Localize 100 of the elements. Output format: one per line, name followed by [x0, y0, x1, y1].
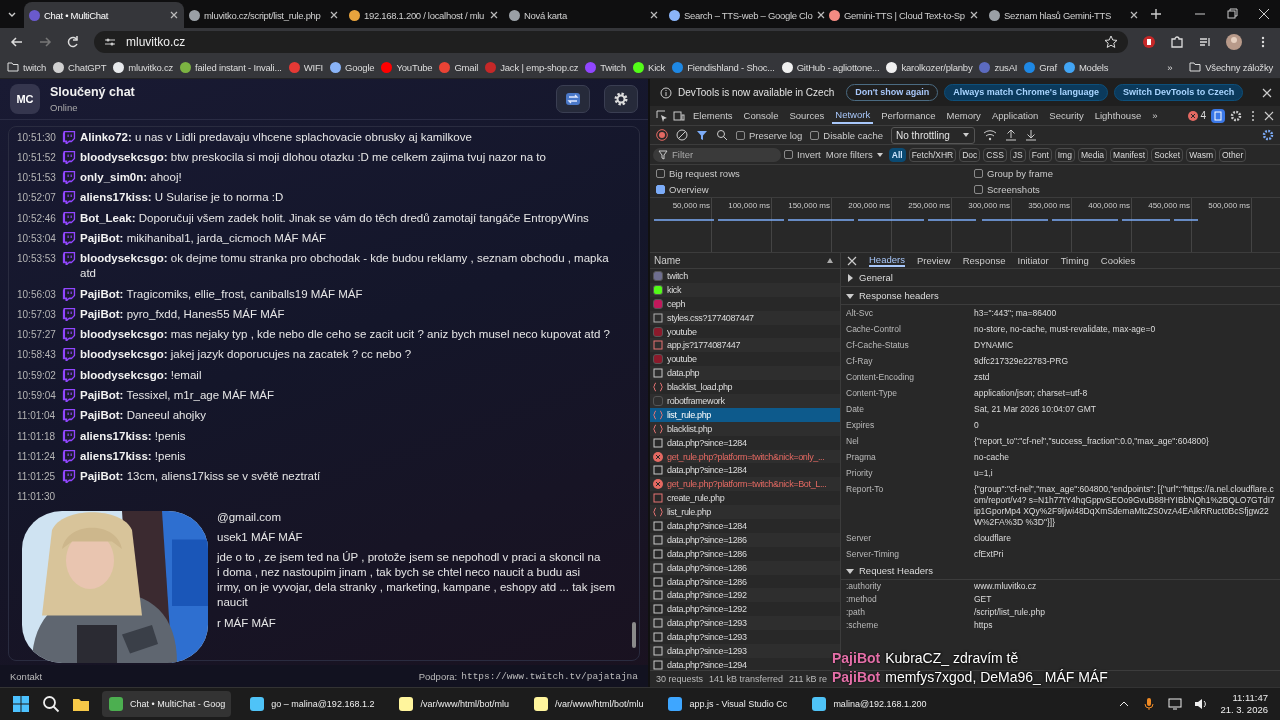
bookmark[interactable]: failed instant - Invali... [177, 61, 285, 73]
request-row[interactable]: blacklist_load.php [650, 380, 840, 394]
request-row[interactable]: youtube [650, 352, 840, 367]
restore-icon[interactable] [1226, 8, 1238, 20]
close-icon[interactable] [847, 255, 857, 266]
new-tab-icon[interactable] [1150, 8, 1162, 20]
checkbox[interactable] [656, 184, 665, 194]
bookmark[interactable]: Graf [1021, 61, 1060, 73]
devtools-tab[interactable]: Elements [690, 108, 736, 123]
type-filter-chip[interactable]: Fetch/XHR [908, 147, 957, 162]
extension-icon[interactable] [1142, 35, 1156, 49]
bookmark[interactable]: karolkozer/planby [883, 61, 976, 73]
devtools-tab[interactable]: Memory [943, 108, 984, 123]
request-row[interactable]: ceph [650, 296, 840, 311]
request-row[interactable]: get_rule.php?platform=twitch&nick=only_... [650, 449, 840, 464]
type-filter-chip[interactable]: Doc [959, 147, 981, 162]
microphone-icon[interactable] [1142, 697, 1157, 711]
clock-time[interactable]: 11:11:47 [1232, 692, 1268, 704]
search-icon[interactable] [716, 129, 728, 141]
checkbox[interactable] [784, 150, 793, 159]
request-row[interactable]: robotframework [650, 394, 840, 408]
infobar-button[interactable]: Always match Chrome's language [944, 84, 1108, 101]
checkbox[interactable] [974, 168, 983, 178]
details-tab[interactable]: Headers [869, 254, 905, 267]
browser-tab[interactable]: Gemini-TTS | Cloud Text-to-Sp [824, 2, 984, 28]
checkbox[interactable] [736, 130, 745, 140]
browser-tab[interactable]: Nová karta [504, 2, 664, 28]
type-filter-chip[interactable]: Manifest [1110, 147, 1149, 162]
taskbar-app[interactable]: /var/www/html/bot/mlu [392, 691, 515, 717]
bookmark[interactable]: zusAI [976, 61, 1021, 73]
filter-field[interactable]: Filter [653, 147, 781, 162]
site-info-icon[interactable] [104, 36, 116, 48]
details-tab[interactable]: Cookies [1100, 255, 1136, 266]
address-bar[interactable]: mluvitko.cz [94, 31, 1128, 53]
request-row[interactable]: data.php [650, 366, 840, 381]
close-icon[interactable] [169, 10, 179, 20]
sync-icon[interactable] [1211, 108, 1225, 123]
taskbar-app[interactable]: malina@192.168.1.200 [805, 691, 933, 717]
bookmark[interactable]: Fiendishland - Shoc... [669, 61, 778, 73]
inspect-icon[interactable] [656, 109, 668, 122]
bookmark[interactable]: mluvitko.cz [110, 61, 177, 73]
bookmark[interactable]: Gmail [436, 61, 482, 73]
request-row[interactable]: data.php?since=1292 [650, 588, 840, 603]
search-icon[interactable] [42, 695, 60, 713]
volume-icon[interactable] [1194, 697, 1209, 711]
type-filter-chip[interactable]: Font [1028, 147, 1052, 162]
puzzle-icon[interactable] [1170, 35, 1184, 49]
request-row[interactable]: app.js?1774087447 [650, 338, 840, 353]
section-header[interactable]: Request Headers [841, 562, 1280, 580]
download-icon[interactable] [1024, 129, 1037, 141]
taskbar-app[interactable]: Chat • MultiChat - Goog [102, 691, 232, 717]
close-icon[interactable] [1264, 110, 1274, 121]
request-row[interactable]: create_rule.php [650, 491, 840, 506]
bookmark[interactable]: Twitch [582, 61, 629, 73]
browser-tab[interactable]: Seznam hlasů Gemini-TTS [984, 2, 1144, 28]
checkbox[interactable] [656, 168, 665, 178]
request-row[interactable]: get_rule.php?platform=twitch&nick=Bot_L... [650, 477, 840, 492]
profile-avatar-icon[interactable] [1226, 34, 1242, 50]
request-row[interactable]: data.php?since=1284 [650, 463, 840, 478]
checkbox[interactable] [974, 184, 983, 194]
request-row[interactable]: data.php?since=1286 [650, 574, 840, 589]
support-link[interactable]: https://www.twitch.tv/pajatajna [461, 670, 638, 682]
browser-tab[interactable]: mluvitko.cz/script/list_rule.php [184, 2, 344, 28]
taskbar-app[interactable]: /var/www/html/bot/mlu [526, 691, 650, 717]
contact-link[interactable]: Kontakt [10, 670, 43, 682]
bookmark[interactable]: ChatGPT [50, 61, 110, 73]
forward-icon[interactable] [38, 35, 52, 49]
sort-icon[interactable] [826, 256, 834, 265]
close-icon[interactable] [489, 10, 499, 20]
scrollbar-thumb[interactable] [632, 622, 636, 648]
reload-icon[interactable] [66, 35, 80, 49]
type-filter-chip[interactable]: CSS [983, 147, 1007, 162]
bookmark[interactable]: Models [1060, 61, 1112, 73]
close-icon[interactable] [1262, 87, 1272, 98]
taskbar-app[interactable]: go – malina@192.168.1.2 [243, 691, 381, 717]
request-row[interactable]: styles.css?1774087447 [650, 310, 840, 325]
taskbar-app[interactable]: app.js - Visual Studio Cc [661, 691, 794, 717]
type-filter-chip[interactable]: JS [1009, 147, 1026, 162]
more-filters-dropdown[interactable]: More filters [825, 149, 884, 160]
request-row[interactable]: data.php?since=1293 [650, 616, 840, 631]
bookmark[interactable]: Jack | emp-shop.cz [482, 61, 582, 73]
infobar-button[interactable]: Switch DevTools to Czech [1114, 84, 1244, 101]
request-row[interactable]: data.php?since=1284 [650, 519, 840, 533]
media-icon[interactable] [1198, 35, 1212, 49]
device-icon[interactable] [673, 109, 685, 122]
settings-button[interactable] [604, 85, 638, 113]
browser-tab[interactable]: Search – TTS-web – Google Clo [664, 2, 824, 28]
more-tabs[interactable]: » [1149, 108, 1161, 123]
request-row[interactable]: list_rule.php [650, 505, 840, 520]
request-row[interactable]: data.php?since=1293 [650, 630, 840, 645]
type-filter-chip[interactable]: Other [1218, 147, 1247, 162]
close-icon[interactable] [649, 10, 659, 20]
browser-tab[interactable]: Chat • MultiChat [24, 2, 184, 28]
details-tab[interactable]: Preview [916, 255, 951, 266]
bookmark[interactable]: twitch [4, 61, 50, 73]
request-row[interactable]: twitch [650, 269, 840, 283]
type-filter-chip[interactable]: All [888, 147, 906, 162]
details-tab[interactable]: Timing [1060, 255, 1089, 266]
details-tab[interactable]: Initiator [1017, 255, 1049, 266]
request-row[interactable]: data.php?since=1292 [650, 602, 840, 617]
